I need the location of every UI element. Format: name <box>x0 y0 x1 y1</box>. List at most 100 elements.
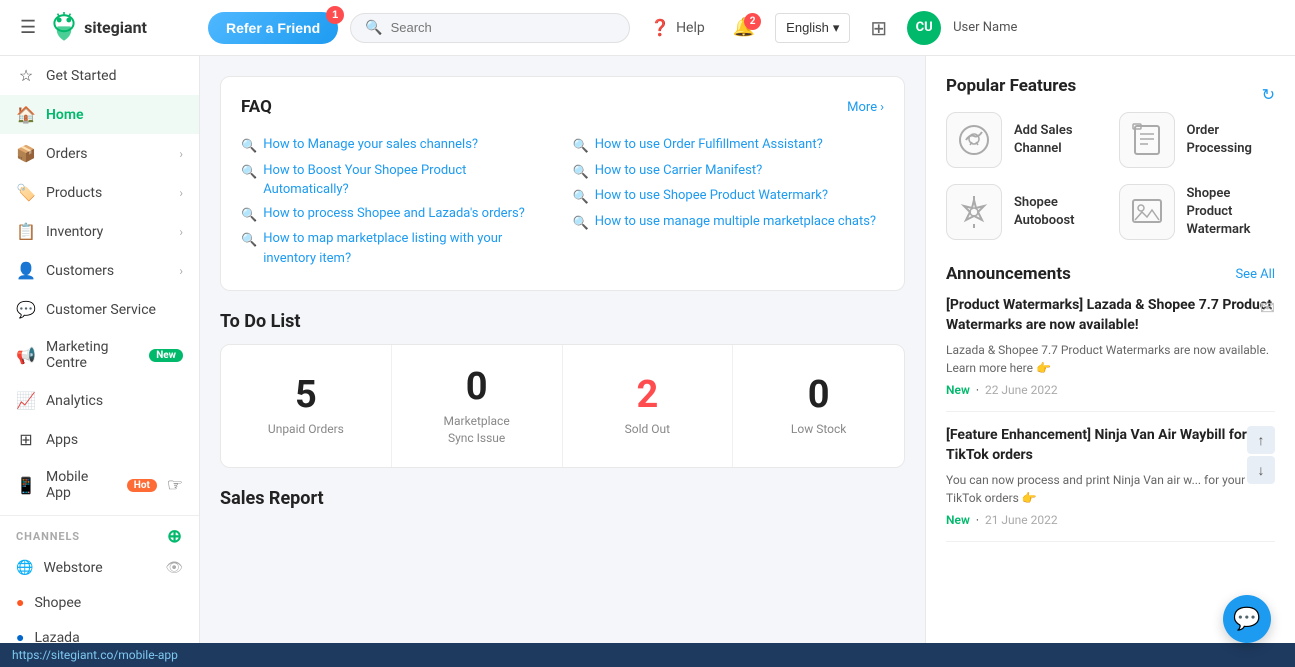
sidebar-item-orders[interactable]: 📦 Orders › <box>0 134 199 173</box>
sidebar-item-inventory[interactable]: 📋 Inventory › <box>0 212 199 251</box>
ann-new-badge: New <box>946 383 970 397</box>
sidebar-item-get-started[interactable]: ☆ Get Started <box>0 56 199 95</box>
watermark-svg <box>1127 192 1167 232</box>
sidebar-item-lazada[interactable]: ● Lazada <box>0 620 199 643</box>
logo-icon <box>48 12 80 44</box>
faq-more-link[interactable]: More › <box>847 100 884 115</box>
feature-shopee-autoboost[interactable]: ShopeeAutoboost <box>946 184 1103 240</box>
todo-number: 0 <box>808 373 830 417</box>
channel-actions: 👁 <box>165 560 183 576</box>
home-icon: 🏠 <box>16 105 36 124</box>
sidebar: ☆ Get Started 🏠 Home 📦 Orders › 🏷️ Produ… <box>0 56 200 643</box>
ann-body: You can now process and print Ninja Van … <box>946 471 1275 507</box>
shopee-autoboost-icon <box>946 184 1002 240</box>
announcements-title: Announcements <box>946 264 1071 284</box>
todo-marketplace-sync[interactable]: 0 MarketplaceSync Issue <box>392 345 563 467</box>
faq-header: FAQ More › <box>241 97 884 117</box>
todo-label: Low Stock <box>791 421 846 438</box>
layout-icon[interactable]: ⊞ <box>862 16 895 40</box>
todo-number: 2 <box>636 373 658 417</box>
new-badge: New <box>149 349 183 362</box>
ann-meta: New · 21 June 2022 <box>946 513 1275 527</box>
sales-channel-svg <box>954 120 994 160</box>
ann-meta: New · 22 June 2022 <box>946 383 1275 397</box>
faq-item[interactable]: 🔍 How to use Order Fulfillment Assistant… <box>573 133 885 159</box>
faq-item[interactable]: 🔍 How to use Shopee Product Watermark? <box>573 184 885 210</box>
apps-icon: ⊞ <box>16 430 36 449</box>
faq-item[interactable]: 🔍 How to Boost Your Shopee Product Autom… <box>241 159 553 202</box>
chevron-icon: › <box>179 225 183 239</box>
eye-icon[interactable]: 👁 <box>165 560 183 576</box>
customers-icon: 👤 <box>16 261 36 280</box>
help-button[interactable]: ❓ Help <box>642 18 713 37</box>
notifications-button[interactable]: 🔔 2 <box>725 17 763 38</box>
faq-item[interactable]: 🔍 How to Manage your sales channels? <box>241 133 553 159</box>
channels-label: CHANNELS ⊕ <box>0 516 199 551</box>
chat-button[interactable]: 💬 <box>1223 595 1271 643</box>
add-sales-channel-icon <box>946 112 1002 168</box>
add-channel-icon[interactable]: ⊕ <box>167 526 183 547</box>
see-all-link[interactable]: See All <box>1235 267 1275 282</box>
language-selector[interactable]: English ▾ <box>775 13 850 43</box>
todo-sold-out[interactable]: 2 Sold Out <box>563 345 734 467</box>
faq-card: FAQ More › 🔍 How to Manage your sales ch… <box>220 76 905 291</box>
features-header: Popular Features ↻ <box>946 76 1275 112</box>
topnav: ☰ sitegiant Refer a Friend 1 🔍 ❓ Help 🔔 <box>0 0 1295 56</box>
sidebar-item-home[interactable]: 🏠 Home <box>0 95 199 134</box>
faq-item[interactable]: 🔍 How to process Shopee and Lazada's ord… <box>241 202 553 228</box>
hot-badge: Hot <box>127 479 157 492</box>
sidebar-item-analytics[interactable]: 📈 Analytics <box>0 381 199 420</box>
faq-item[interactable]: 🔍 How to map marketplace listing with yo… <box>241 227 553 270</box>
announcements-header: Announcements See All <box>946 264 1275 284</box>
popular-features-section: Popular Features ↻ Add Sa <box>946 76 1275 240</box>
sidebar-item-products[interactable]: 🏷️ Products › <box>0 173 199 212</box>
analytics-icon: 📈 <box>16 391 36 410</box>
sidebar-item-webstore[interactable]: 🌐 Webstore 👁 <box>0 551 199 585</box>
feature-add-sales-channel[interactable]: Add SalesChannel <box>946 112 1103 168</box>
user-name[interactable]: User Name <box>953 20 1017 35</box>
faq-item[interactable]: 🔍 How to use Carrier Manifest? <box>573 159 885 185</box>
sidebar-item-mobile-app[interactable]: 📱 Mobile App Hot ☞ <box>0 459 199 511</box>
shopee-icon: ● <box>16 594 24 611</box>
search-icon: 🔍 <box>241 206 257 226</box>
chevron-icon: › <box>179 186 183 200</box>
notif-badge: 2 <box>744 13 761 30</box>
search-box: 🔍 <box>350 13 630 43</box>
chevron-down-icon: ▾ <box>833 20 840 36</box>
feature-shopee-watermark[interactable]: ShopeeProductWatermark <box>1119 184 1276 240</box>
sidebar-item-apps[interactable]: ⊞ Apps <box>0 420 199 459</box>
chat-icon: 💬 <box>1233 606 1260 632</box>
ann-title: [Feature Enhancement] Ninja Van Air Wayb… <box>946 426 1275 465</box>
scroll-down-button[interactable]: ↓ <box>1247 456 1275 484</box>
scroll-up-button[interactable]: ↑ <box>1247 426 1275 454</box>
todo-title: To Do List <box>220 311 905 332</box>
sidebar-channels-section: CHANNELS ⊕ 🌐 Webstore 👁 ● Shopee ● Lazad… <box>0 515 199 643</box>
feature-label: OrderProcessing <box>1187 122 1252 158</box>
sidebar-item-shopee[interactable]: ● Shopee <box>0 585 199 620</box>
todo-unpaid-orders[interactable]: 5 Unpaid Orders <box>221 345 392 467</box>
faq-item[interactable]: 🔍 How to use manage multiple marketplace… <box>573 210 885 236</box>
hamburger-button[interactable]: ☰ <box>16 13 40 42</box>
mail-icon: ✉ <box>1260 298 1275 319</box>
ann-new-badge: New <box>946 513 970 527</box>
sidebar-item-customers[interactable]: 👤 Customers › <box>0 251 199 290</box>
sidebar-item-marketing-centre[interactable]: 📢 Marketing Centre New <box>0 329 199 381</box>
avatar[interactable]: CU <box>907 11 941 45</box>
todo-section: To Do List 5 Unpaid Orders 0 Marketplace… <box>220 311 905 468</box>
sidebar-item-customer-service[interactable]: 💬 Customer Service <box>0 290 199 329</box>
faq-grid: 🔍 How to Manage your sales channels? 🔍 H… <box>241 133 884 270</box>
refer-friend-button[interactable]: Refer a Friend 1 <box>208 12 338 44</box>
todo-low-stock[interactable]: 0 Low Stock <box>733 345 904 467</box>
lazada-icon: ● <box>16 629 24 643</box>
marketing-icon: 📢 <box>16 346 36 365</box>
order-processing-svg <box>1127 120 1167 160</box>
feature-order-processing[interactable]: OrderProcessing <box>1119 112 1276 168</box>
inventory-icon: 📋 <box>16 222 36 241</box>
feature-label: ShopeeProductWatermark <box>1187 185 1251 240</box>
right-panel: Popular Features ↻ Add Sa <box>925 56 1295 643</box>
ann-date: 21 June 2022 <box>985 513 1058 527</box>
search-input[interactable] <box>391 20 616 35</box>
brand-name: sitegiant <box>84 18 147 37</box>
star-icon: ☆ <box>16 66 36 85</box>
refresh-icon[interactable]: ↻ <box>1262 85 1275 104</box>
